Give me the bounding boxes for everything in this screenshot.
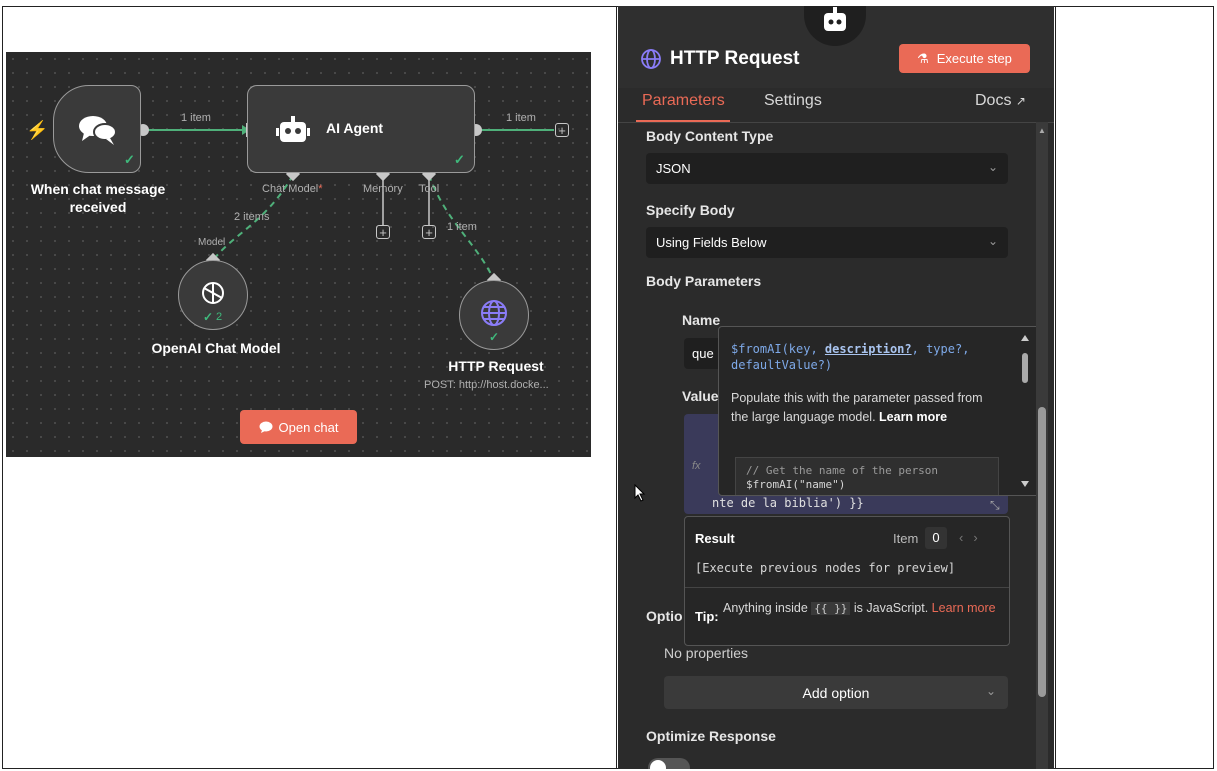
result-preview-panel: Result Item 0 ‹› [Execute previous nodes…: [684, 516, 1010, 646]
globe-icon: [481, 300, 507, 326]
agent-robot-badge: [804, 6, 866, 46]
tooltip-scrollbar[interactable]: [1019, 333, 1031, 489]
globe-icon: [641, 49, 661, 69]
learn-more-link[interactable]: Learn more: [932, 601, 996, 615]
node-parameters-panel: HTTP Request ⚗ Execute step Parameters S…: [618, 6, 1054, 769]
options-label: Optio: [646, 608, 683, 624]
edge-label-trigger-agent: 1 item: [181, 112, 211, 124]
add-memory-plus-icon[interactable]: +: [376, 225, 390, 239]
expand-editor-icon[interactable]: ⤡: [990, 498, 1000, 513]
ai-agent-label: AI Agent: [326, 120, 384, 136]
robot-icon: [276, 116, 310, 142]
port-label-chat-model: Chat Model*: [262, 183, 323, 195]
robot-icon: [824, 7, 846, 31]
external-link-icon: ↗: [1015, 94, 1026, 108]
ai-agent-node[interactable]: AI Agent ✓: [247, 85, 475, 173]
http-request-node[interactable]: ✓: [459, 280, 529, 350]
function-signature: $fromAI(key, description?, type?, defaul…: [731, 342, 970, 372]
tip-label: Tip:: [695, 609, 719, 624]
flask-icon: ⚗: [917, 50, 929, 66]
edge-label-model-items: 2 items: [234, 211, 270, 223]
trigger-node-label: When chat message received: [30, 181, 166, 215]
panel-scrollbar[interactable]: ▲: [1036, 122, 1048, 769]
chat-bubble-icon: [259, 421, 272, 433]
port-label-tool: Tool: [419, 183, 440, 195]
table-divider-1: [616, 6, 617, 769]
tab-settings[interactable]: Settings: [764, 92, 822, 110]
panel-header: HTTP Request ⚗ Execute step: [618, 6, 1054, 88]
mouse-cursor-icon: [634, 484, 646, 502]
learn-more-link[interactable]: Learn more: [879, 410, 947, 424]
execute-step-label: Execute step: [936, 51, 1012, 66]
no-properties-text: No properties: [664, 645, 749, 661]
chat-bubbles-icon: [79, 116, 117, 145]
name-label: Name: [682, 312, 721, 328]
value-expression-text: nte de la biblia') }}: [712, 496, 864, 510]
chat-trigger-node[interactable]: ✓: [53, 85, 141, 173]
item-label: Item: [893, 531, 919, 546]
item-nav-arrows[interactable]: ‹›: [959, 530, 988, 545]
scroll-up-icon: ▲: [1038, 126, 1046, 135]
tab-parameters[interactable]: Parameters: [642, 92, 725, 110]
body-content-type-label: Body Content Type: [646, 128, 774, 144]
edge-label-agent-out: 1 item: [506, 112, 536, 124]
active-tab-indicator: [636, 120, 730, 122]
specify-body-label: Specify Body: [646, 202, 735, 218]
success-check-icon: ✓: [124, 152, 135, 167]
http-node-subtitle: POST: http://host.docke...: [424, 379, 549, 391]
panel-title: HTTP Request: [670, 48, 800, 69]
port-label-model: Model: [198, 237, 226, 248]
body-content-type-select[interactable]: JSON ⌄: [646, 153, 1008, 184]
chevron-down-icon: ⌄: [987, 160, 998, 174]
item-index-input[interactable]: 0: [925, 527, 947, 549]
add-tool-plus-icon[interactable]: +: [422, 225, 436, 239]
port-label-memory: Memory: [363, 183, 403, 195]
execute-step-button[interactable]: ⚗ Execute step: [899, 44, 1030, 73]
value-label: Value: [682, 388, 719, 404]
success-check-icon: ✓: [203, 310, 214, 324]
openai-logo-icon: [202, 282, 224, 304]
divider: [685, 587, 1009, 588]
fromai-tooltip: $fromAI(key, description?, type?, defaul…: [718, 326, 1040, 496]
add-node-plus-icon[interactable]: +: [555, 123, 569, 137]
openai-run-count: 2: [216, 311, 223, 323]
select-value: Using Fields Below: [656, 235, 767, 250]
specify-body-select[interactable]: Using Fields Below ⌄: [646, 227, 1008, 258]
add-option-label: Add option: [802, 685, 870, 701]
success-check-icon: ✓: [489, 330, 500, 344]
select-value: JSON: [656, 161, 691, 176]
docs-link[interactable]: Docs ↗: [975, 92, 1026, 110]
optimize-response-toggle[interactable]: [648, 758, 690, 769]
openai-chat-model-node[interactable]: ✓ 2: [178, 260, 248, 330]
table-divider-2: [1055, 6, 1056, 769]
edge-label-tool-items: 1 item: [447, 221, 477, 233]
add-option-dropdown[interactable]: Add option ⌄: [664, 676, 1008, 709]
tip-text: Anything inside {{ }} is JavaScript. Lea…: [723, 601, 996, 615]
panel-tabs: Parameters Settings Docs ↗: [618, 88, 1054, 123]
function-description: Populate this with the parameter passed …: [731, 391, 983, 424]
workflow-canvas[interactable]: ⚡ ✓ When chat message received 1 item AI…: [6, 52, 591, 457]
success-check-icon: ✓: [454, 152, 465, 167]
chevron-down-icon: ⌄: [985, 684, 996, 698]
optimize-response-label: Optimize Response: [646, 728, 776, 744]
example-code-block: // Get the name of the person $fromAI("n…: [735, 457, 999, 495]
body-parameters-label: Body Parameters: [646, 273, 762, 289]
open-chat-button[interactable]: Open chat: [240, 410, 357, 444]
trigger-bolt-icon: ⚡: [26, 120, 49, 140]
fx-icon: fx: [692, 460, 701, 472]
open-chat-label: Open chat: [278, 419, 339, 435]
chevron-down-icon: ⌄: [987, 234, 998, 248]
scrollbar-thumb[interactable]: [1038, 407, 1046, 697]
result-preview-text: [Execute previous nodes for preview]: [695, 561, 956, 575]
http-node-label: HTTP Request: [448, 358, 544, 374]
result-title: Result: [695, 531, 735, 546]
openai-node-label: OpenAI Chat Model: [151, 340, 281, 356]
